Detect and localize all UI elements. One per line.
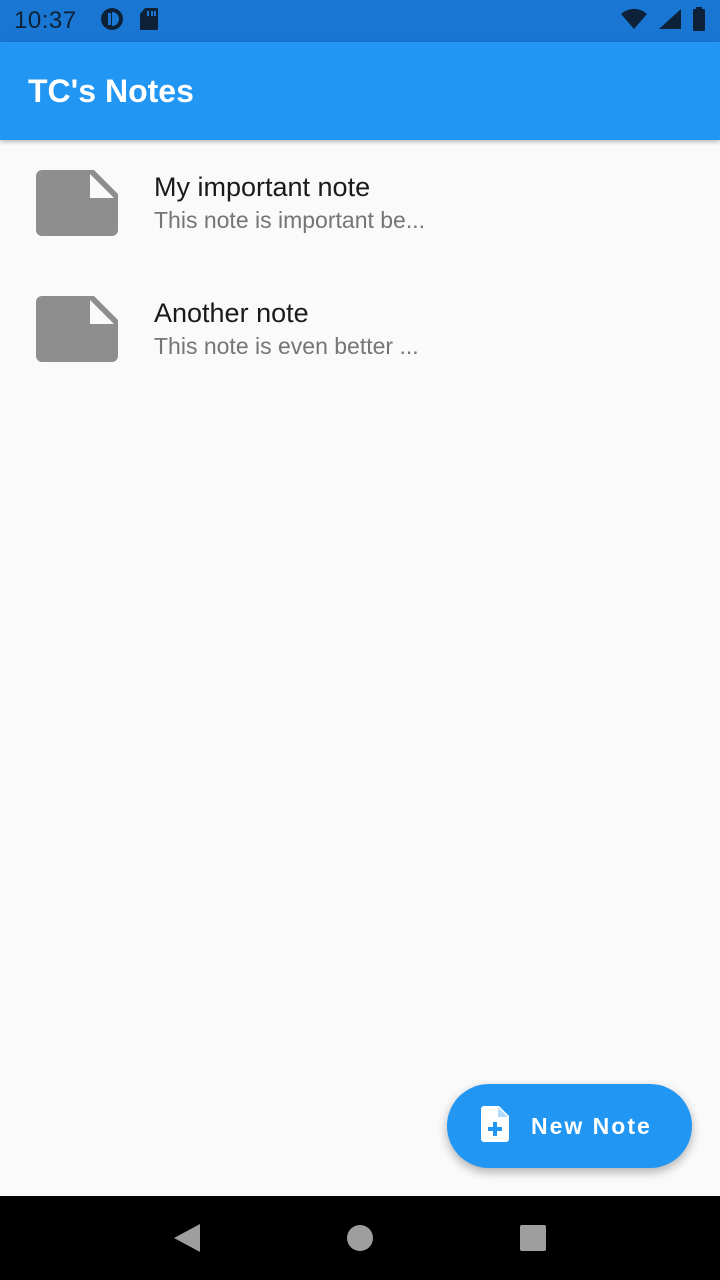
cell-signal-icon	[658, 8, 682, 35]
status-left-icons	[99, 6, 159, 37]
status-time: 10:37	[14, 7, 77, 34]
notes-screen: 10:37 TC's Notes My important note This …	[0, 0, 720, 1280]
note-list-item[interactable]: Another note This note is even better ..…	[0, 266, 720, 392]
home-icon[interactable]	[330, 1208, 390, 1268]
status-right-icons	[620, 6, 706, 36]
note-text: My important note This note is important…	[154, 170, 425, 236]
wifi-icon	[620, 8, 648, 35]
app-title: TC's Notes	[28, 72, 194, 109]
data-saver-icon	[99, 6, 125, 37]
note-title: Another note	[154, 298, 309, 328]
new-note-button[interactable]: New Note	[447, 1084, 692, 1168]
note-subtitle: This note is even better ...	[154, 333, 419, 359]
note-title: My important note	[154, 172, 371, 202]
note-icon	[36, 170, 118, 236]
note-icon	[36, 296, 118, 362]
note-add-icon	[481, 1105, 509, 1147]
navigation-bar	[0, 1196, 720, 1280]
note-list-item[interactable]: My important note This note is important…	[0, 140, 720, 266]
battery-icon	[692, 6, 706, 36]
note-text: Another note This note is even better ..…	[154, 296, 419, 362]
note-list: My important note This note is important…	[0, 140, 720, 392]
note-subtitle: This note is important be...	[154, 207, 426, 233]
status-bar: 10:37	[0, 0, 720, 42]
back-icon[interactable]	[157, 1208, 217, 1268]
app-bar: TC's Notes	[0, 42, 720, 140]
sd-card-icon	[139, 7, 159, 36]
new-note-label: New Note	[531, 1112, 652, 1139]
recents-icon[interactable]	[503, 1208, 563, 1268]
